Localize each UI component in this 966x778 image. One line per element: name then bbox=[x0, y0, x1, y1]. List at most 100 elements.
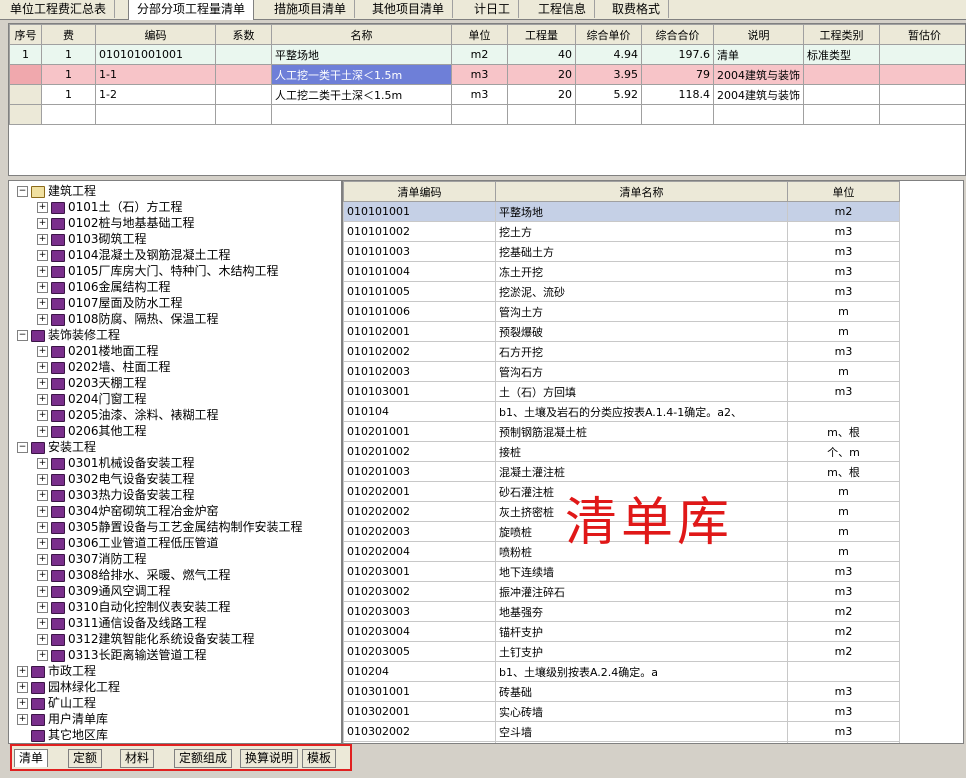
cell-empty[interactable] bbox=[713, 104, 804, 125]
cell-bill-unit[interactable]: m3 bbox=[787, 741, 900, 743]
cell-total[interactable]: 197.6 bbox=[641, 44, 714, 65]
tab-other-items[interactable]: 其他项目清单 bbox=[364, 0, 454, 18]
col-header-category[interactable]: 工程类别 bbox=[803, 24, 880, 45]
expand-icon[interactable]: + bbox=[37, 362, 48, 373]
tree-root-node[interactable]: + 园林绿化工程 bbox=[17, 679, 120, 695]
cell-bill-unit[interactable]: 个、m bbox=[787, 441, 900, 462]
cell-est[interactable] bbox=[879, 84, 965, 105]
tree-child-node[interactable]: +0204门窗工程 bbox=[37, 391, 147, 407]
cell-bill-code[interactable]: 010101004 bbox=[343, 261, 496, 282]
library-row[interactable]: 010102003 管沟石方 m bbox=[343, 361, 900, 382]
cell-bill-name[interactable]: 土钉支护 bbox=[495, 641, 788, 662]
cell-seq[interactable] bbox=[9, 84, 42, 105]
tree-child-node[interactable]: +0309通风空调工程 bbox=[37, 583, 171, 599]
cell-bill-code[interactable]: 010204 bbox=[343, 661, 496, 682]
tree-child-node[interactable]: +0102桩与地基基础工程 bbox=[37, 215, 195, 231]
tab-project-info[interactable]: 工程信息 bbox=[530, 0, 596, 18]
cell-bill-name[interactable]: 平整场地 bbox=[495, 201, 788, 222]
library-row[interactable]: 010101003 挖基础土方 m3 bbox=[343, 241, 900, 262]
cell-coef[interactable] bbox=[215, 44, 272, 65]
library-row[interactable]: 010201001 预制钢筋混凝土桩 m、根 bbox=[343, 421, 900, 442]
library-row[interactable]: 010202004 喷粉桩 m bbox=[343, 541, 900, 562]
col-header-total[interactable]: 综合合价 bbox=[641, 24, 714, 45]
tree-child-node[interactable]: +0302电气设备安装工程 bbox=[37, 471, 195, 487]
expand-icon[interactable]: + bbox=[17, 666, 28, 677]
cell-code[interactable]: 1-1 bbox=[95, 64, 216, 85]
cell-bill-name[interactable]: 振冲灌注碎石 bbox=[495, 581, 788, 602]
cell-bill-code[interactable]: 010301001 bbox=[343, 681, 496, 702]
cell-bill-unit[interactable]: m3 bbox=[787, 581, 900, 602]
expand-icon[interactable]: + bbox=[17, 682, 28, 693]
col-header-est[interactable]: 暂估价 bbox=[879, 24, 965, 45]
cell-bill-code[interactable]: 010101001 bbox=[343, 201, 496, 222]
cell-bill-code[interactable]: 010101002 bbox=[343, 221, 496, 242]
collapse-icon[interactable]: − bbox=[17, 186, 28, 197]
cell-unit[interactable]: m3 bbox=[451, 84, 508, 105]
table-row[interactable]: 1 1-1 人工挖一类干土深＜1.5m m3 20 3.95 79 2004建筑… bbox=[9, 64, 965, 85]
col-header-price[interactable]: 综合单价 bbox=[575, 24, 642, 45]
tree-child-node[interactable]: +0106金属结构工程 bbox=[37, 279, 171, 295]
tree-root-node[interactable]: − 安装工程 bbox=[17, 439, 96, 455]
cell-desc[interactable]: 2004建筑与装饰 bbox=[713, 64, 804, 85]
tab-bill[interactable]: 清单 bbox=[14, 749, 49, 767]
expand-icon[interactable]: + bbox=[37, 522, 48, 533]
col-header-desc[interactable]: 说明 bbox=[713, 24, 804, 45]
library-row[interactable]: 010203002 振冲灌注碎石 m3 bbox=[343, 581, 900, 602]
cell-empty[interactable] bbox=[507, 104, 576, 125]
cell-bill-unit[interactable]: m3 bbox=[787, 261, 900, 282]
expand-icon[interactable]: + bbox=[37, 218, 48, 229]
cell-bill-code[interactable]: 010203001 bbox=[343, 561, 496, 582]
cell-bill-code[interactable]: 010302002 bbox=[343, 721, 496, 742]
expand-icon[interactable]: + bbox=[37, 634, 48, 645]
tree-root-node[interactable]: 其它地区库 bbox=[17, 727, 108, 743]
expand-icon[interactable]: + bbox=[37, 570, 48, 581]
cell-empty[interactable] bbox=[451, 104, 508, 125]
cell-name-selected[interactable]: 人工挖一类干土深＜1.5m bbox=[271, 64, 452, 85]
cell-bill-unit[interactable]: m2 bbox=[787, 201, 900, 222]
library-row[interactable]: 010104 b1、土壤及岩石的分类应按表A.1.4-1确定。a2、 bbox=[343, 401, 900, 422]
tree-child-node[interactable]: +0304炉窑砌筑工程冶金炉窑 bbox=[37, 503, 219, 519]
cell-bill-name[interactable]: 锚杆支护 bbox=[495, 621, 788, 642]
cell-bill-code[interactable]: 010104 bbox=[343, 401, 496, 422]
library-row[interactable]: 010302001 实心砖墙 m3 bbox=[343, 701, 900, 722]
tree-child-node[interactable]: +0311通信设备及线路工程 bbox=[37, 615, 207, 631]
tree-root-node[interactable]: + 用户清单库 bbox=[17, 711, 108, 727]
library-row[interactable]: 010302003空花墙m3 bbox=[343, 741, 900, 743]
col-header-bill-unit[interactable]: 单位 bbox=[787, 181, 900, 202]
col-header-bill-name[interactable]: 清单名称 bbox=[495, 181, 788, 202]
library-row[interactable]: 010101005 挖淤泥、流砂 m3 bbox=[343, 281, 900, 302]
col-header-coef[interactable]: 系数 bbox=[215, 24, 272, 45]
cell-seq[interactable]: 1 bbox=[9, 44, 42, 65]
tree-child-node[interactable]: +0303热力设备安装工程 bbox=[37, 487, 195, 503]
cell-bill-code[interactable]: 010201002 bbox=[343, 441, 496, 462]
cell-bill-unit[interactable]: m3 bbox=[787, 381, 900, 402]
cell-bill-unit[interactable]: m3 bbox=[787, 721, 900, 742]
tree-root-node[interactable]: + 市政工程 bbox=[17, 663, 96, 679]
tree-root-node[interactable]: − 建筑工程 bbox=[17, 183, 96, 199]
tree-child-node[interactable]: +0308给排水、采暖、燃气工程 bbox=[37, 567, 231, 583]
cell-bill-name[interactable]: 接桩 bbox=[495, 441, 788, 462]
cell-bill-name[interactable]: 挖淤泥、流砂 bbox=[495, 281, 788, 302]
expand-icon[interactable]: + bbox=[37, 298, 48, 309]
cell-bill-name[interactable]: 预制钢筋混凝土桩 bbox=[495, 421, 788, 442]
expand-icon[interactable]: + bbox=[37, 202, 48, 213]
cell-bill-name[interactable]: 空斗墙 bbox=[495, 721, 788, 742]
library-row[interactable]: 010103001 土（石）方回填 m3 bbox=[343, 381, 900, 402]
cell-bill-unit[interactable]: m、根 bbox=[787, 421, 900, 442]
cell-bill-unit[interactable] bbox=[787, 661, 900, 682]
cell-bill-name[interactable]: 喷粉桩 bbox=[495, 541, 788, 562]
tree-child-node[interactable]: +0307消防工程 bbox=[37, 551, 147, 567]
library-row[interactable]: 010203005 土钉支护 m2 bbox=[343, 641, 900, 662]
cell-bill-code[interactable]: 010102001 bbox=[343, 321, 496, 342]
cell-bill-unit[interactable]: m bbox=[787, 481, 900, 502]
cell-total[interactable]: 79 bbox=[641, 64, 714, 85]
cell-unit[interactable]: m2 bbox=[451, 44, 508, 65]
expand-icon[interactable]: + bbox=[37, 618, 48, 629]
expand-icon[interactable]: + bbox=[17, 698, 28, 709]
library-row[interactable]: 010101006 管沟土方 m bbox=[343, 301, 900, 322]
tree-child-node[interactable]: +0202墙、柱面工程 bbox=[37, 359, 171, 375]
tree-child-node[interactable]: +0101土（石）方工程 bbox=[37, 199, 183, 215]
cell-empty[interactable] bbox=[575, 104, 642, 125]
cell-bill-unit[interactable]: m3 bbox=[787, 221, 900, 242]
cell-bill-unit[interactable]: m3 bbox=[787, 241, 900, 262]
